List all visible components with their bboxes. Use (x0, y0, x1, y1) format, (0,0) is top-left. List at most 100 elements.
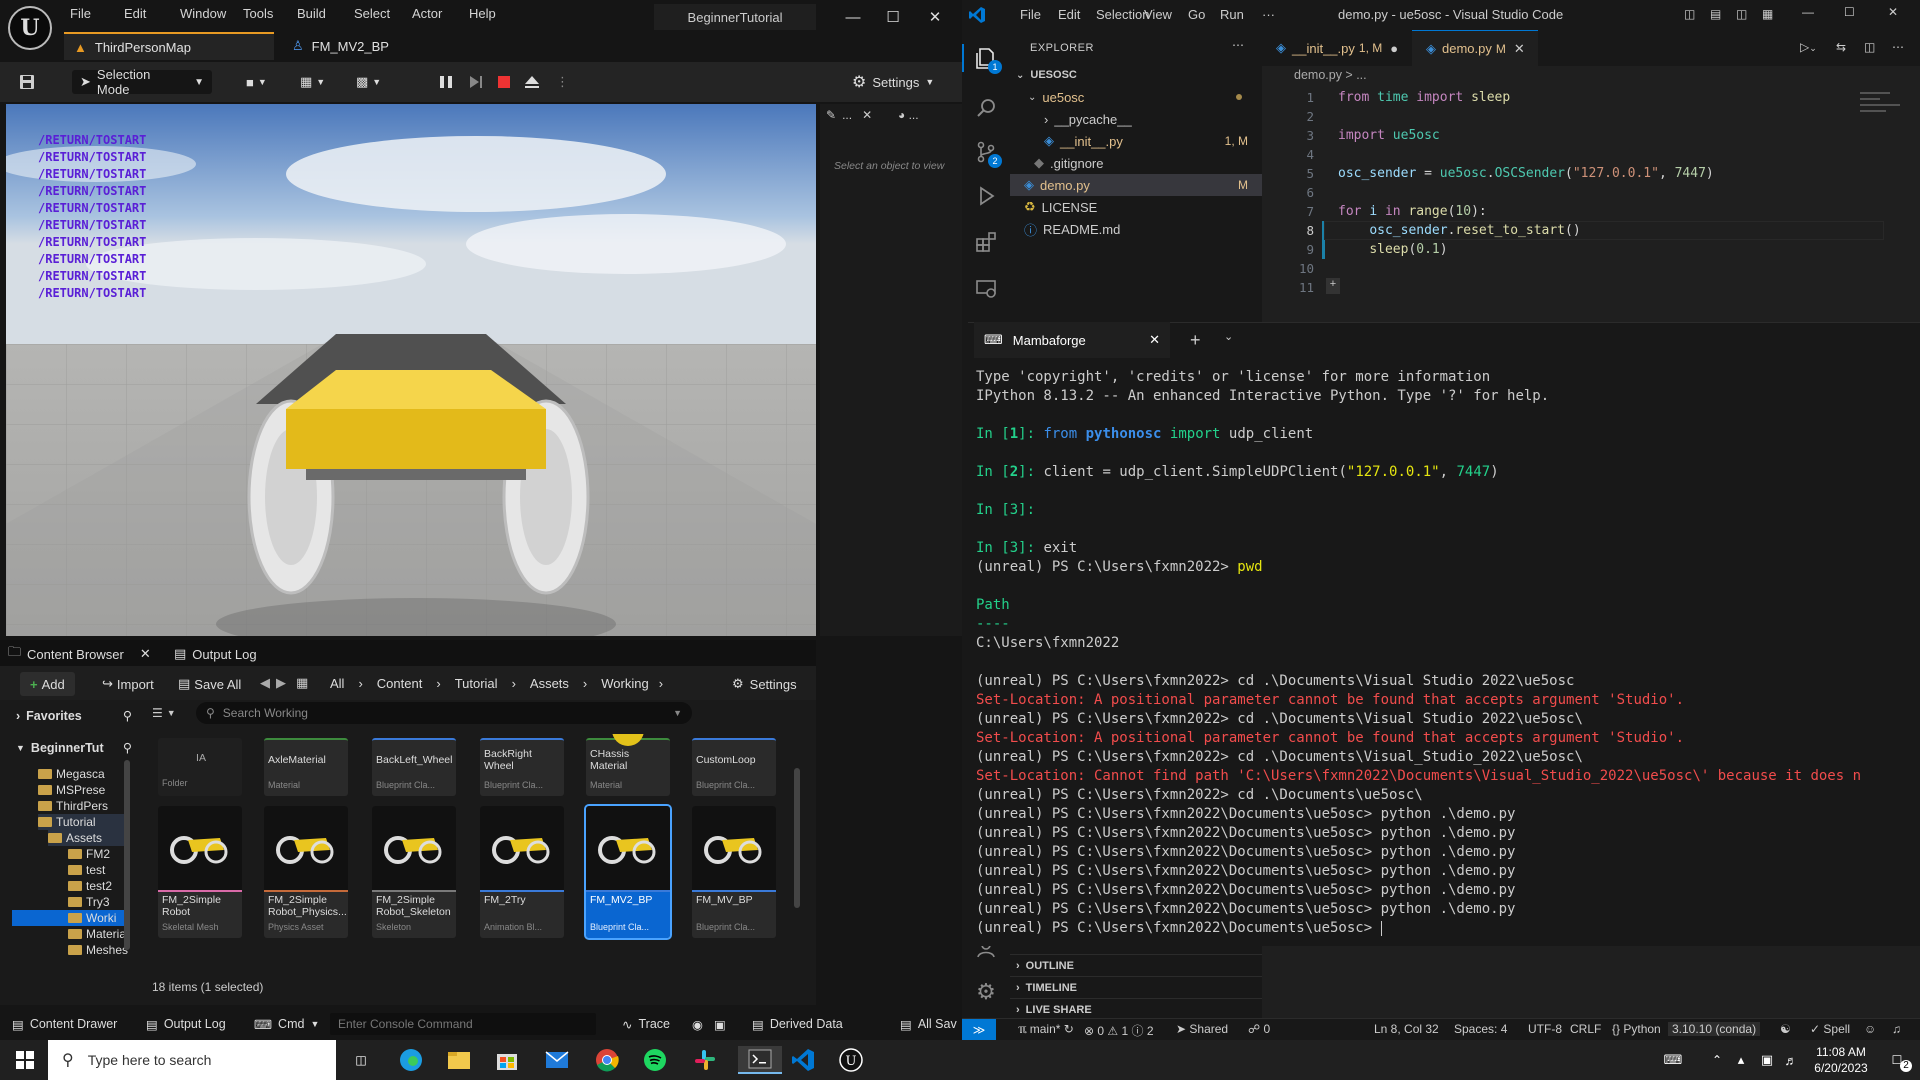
vsc-menu-more[interactable]: ··· (1262, 7, 1275, 22)
asset-tile[interactable]: FM_MV_BP Blueprint Cla... (692, 806, 776, 938)
output-log-button[interactable]: ▤ Output Log (146, 1014, 226, 1034)
search-icon[interactable] (972, 94, 1000, 122)
asset-tile[interactable]: BackLeft_Wheel Blueprint Cla... (372, 738, 456, 796)
path-working[interactable]: Working (601, 676, 648, 691)
search-icon[interactable]: ⚲ (123, 708, 132, 723)
toggle-panel-icon[interactable]: ▤ (1710, 7, 1721, 21)
cinematics-icon[interactable]: ▩ ▼ (356, 70, 381, 94)
tree-item[interactable]: Tutorial (38, 814, 128, 830)
asset-tile[interactable]: AxleMaterial Material (264, 738, 348, 796)
asset-tile[interactable]: CustomLoop Blueprint Cla... (692, 738, 776, 796)
path-assets[interactable]: Assets (530, 676, 569, 691)
manage-gear-icon[interactable]: ⚙ (972, 978, 1000, 1006)
derived-data-button[interactable]: ▤ Derived Data (752, 1014, 843, 1034)
pause-icon[interactable] (438, 70, 454, 94)
outline-section[interactable]: › OUTLINE (1010, 954, 1262, 976)
vsc-menu-edit[interactable]: Edit (1058, 7, 1080, 22)
ue-menu-select[interactable]: Select (354, 6, 390, 21)
extensions-icon[interactable] (972, 228, 1000, 256)
grid-scrollbar[interactable] (794, 768, 800, 908)
close-icon[interactable]: ✕ (1149, 332, 1160, 348)
tab-thirdpersonmap[interactable]: ▲ ThirdPersonMap (64, 32, 274, 60)
toggle-sidebar-icon[interactable]: ◫ (1684, 7, 1695, 21)
workspace-root[interactable]: ⌄ UESOSC (1010, 64, 1262, 86)
mail-icon[interactable] (542, 1046, 572, 1074)
python-interpreter[interactable]: 3.10.10 (conda) (1668, 1022, 1761, 1036)
live-share-section[interactable]: › LIVE SHARE (1010, 998, 1262, 1020)
notifications-bell-icon[interactable]: ♫ (1892, 1022, 1901, 1036)
close-icon[interactable]: ✕ (862, 108, 872, 122)
camera-icon[interactable]: ▣ (714, 1014, 726, 1034)
trace-button[interactable]: ∿ Trace (622, 1014, 670, 1034)
save-all-button[interactable]: ▤ Save All (178, 676, 241, 692)
file-license[interactable]: ♻ LICENSE (1010, 196, 1262, 218)
cursor-position[interactable]: Ln 8, Col 32 (1374, 1022, 1439, 1036)
ue-menu-file[interactable]: File (70, 6, 91, 21)
vscode-app-icon[interactable] (788, 1046, 818, 1074)
vsc-close-button[interactable]: ✕ (1888, 5, 1898, 19)
vsc-minimize-button[interactable]: — (1802, 5, 1814, 19)
save-icon[interactable] (18, 70, 36, 94)
asset-tile[interactable]: FM_2Simple Robot_Skeleton Skeleton (372, 806, 456, 938)
tree-item[interactable]: test (68, 862, 128, 878)
more-options-icon[interactable]: ⋮ (556, 70, 569, 94)
vsc-menu-run[interactable]: Run (1220, 7, 1244, 22)
vsc-menu-go[interactable]: Go (1188, 7, 1205, 22)
ue-menu-actor[interactable]: Actor (412, 6, 442, 21)
asset-tile[interactable]: FM_2Simple Robot_Physics... Physics Asse… (264, 806, 348, 938)
volume-icon[interactable]: ♬ (1776, 1046, 1806, 1074)
problems-status[interactable]: ⊗ 0 ⚠ 1 ⓘ 2 (1084, 1022, 1154, 1039)
ue-menu-tools[interactable]: Tools (243, 6, 273, 21)
run-debug-icon[interactable] (972, 182, 1000, 210)
asset-tile[interactable]: IA Folder (158, 738, 242, 796)
chrome-icon[interactable] (592, 1046, 622, 1074)
spell-status[interactable]: ✓ Spell (1810, 1022, 1850, 1036)
tree-item[interactable]: MSPrese (38, 782, 128, 798)
search-input[interactable]: ⚲ Search Working ▼ (196, 702, 692, 724)
terminal-app-icon[interactable] (738, 1046, 782, 1074)
content-drawer-button[interactable]: ▤ Content Drawer (12, 1014, 117, 1034)
indentation[interactable]: Spaces: 4 (1454, 1022, 1507, 1036)
language-mode[interactable]: {} Python (1612, 1022, 1661, 1036)
encoding[interactable]: UTF-8 (1528, 1022, 1562, 1036)
store-icon[interactable] (492, 1046, 522, 1074)
asset-tile[interactable]: FM_2Try Animation Bl... (480, 806, 564, 938)
source-control-icon[interactable]: 2 (972, 138, 1002, 168)
blueprint-menu-icon[interactable]: ▦ ▼ (300, 70, 325, 94)
level-viewport[interactable]: /RETURN/TOSTART /RETURN/TOSTART /RETURN/… (6, 104, 816, 636)
back-icon[interactable]: ◀ (260, 675, 270, 691)
console-command-input[interactable]: Enter Console Command (330, 1013, 596, 1035)
ports-status[interactable]: ☍ 0 (1248, 1022, 1270, 1036)
tree-item[interactable]: Meshes (68, 942, 128, 958)
explorer-icon[interactable]: 1 (972, 44, 1002, 74)
file-demo-py[interactable]: ◈ demo.py M (1010, 174, 1262, 196)
add-button[interactable]: + Add (20, 672, 75, 696)
terminal-tab-mambaforge[interactable]: ⌨ Mambaforge ✕ (974, 322, 1170, 358)
details-tab[interactable]: ✎... ✕ (826, 108, 872, 122)
ue-menu-build[interactable]: Build (297, 6, 326, 21)
tree-item[interactable]: Assets (48, 830, 128, 846)
vsc-maximize-button[interactable]: ☐ (1844, 5, 1855, 19)
minimap[interactable] (1860, 88, 1904, 128)
settings-button[interactable]: ⚙ Settings ▼ (852, 70, 934, 94)
filter-icon[interactable]: ☰ ▼ (152, 706, 176, 720)
asset-tile-selected[interactable]: FM_MV2_BP Blueprint Cla... (584, 804, 672, 940)
search-icon[interactable]: ⚲ (123, 740, 132, 755)
vsc-menu-file[interactable]: File (1020, 7, 1041, 22)
terminal-output[interactable]: Type 'copyright', 'credits' or 'license'… (976, 368, 1916, 938)
open-changes-icon[interactable]: ⇆ (1836, 40, 1846, 54)
vsc-menu-view[interactable]: View (1144, 7, 1172, 22)
customize-layout-icon[interactable]: ▦ (1762, 7, 1773, 21)
ue-maximize-button[interactable]: ☐ (878, 4, 908, 30)
import-button[interactable]: ↪ Import (102, 676, 154, 692)
step-icon[interactable] (468, 70, 484, 94)
more-actions-icon[interactable]: ⋯ (1892, 40, 1904, 54)
file-explorer-icon[interactable] (444, 1046, 474, 1074)
ue-menu-help[interactable]: Help (469, 6, 496, 21)
vsc-menu-selection[interactable]: Selection (1096, 7, 1149, 22)
path-tutorial[interactable]: Tutorial (455, 676, 498, 691)
cmd-dropdown[interactable]: ⌨ Cmd ▼ (254, 1014, 319, 1034)
tree-item[interactable]: Materia (68, 926, 128, 942)
folder-ue5osc[interactable]: ⌄ ue5osc (1010, 86, 1262, 108)
live-share-status[interactable]: ➤ Shared (1176, 1022, 1228, 1036)
